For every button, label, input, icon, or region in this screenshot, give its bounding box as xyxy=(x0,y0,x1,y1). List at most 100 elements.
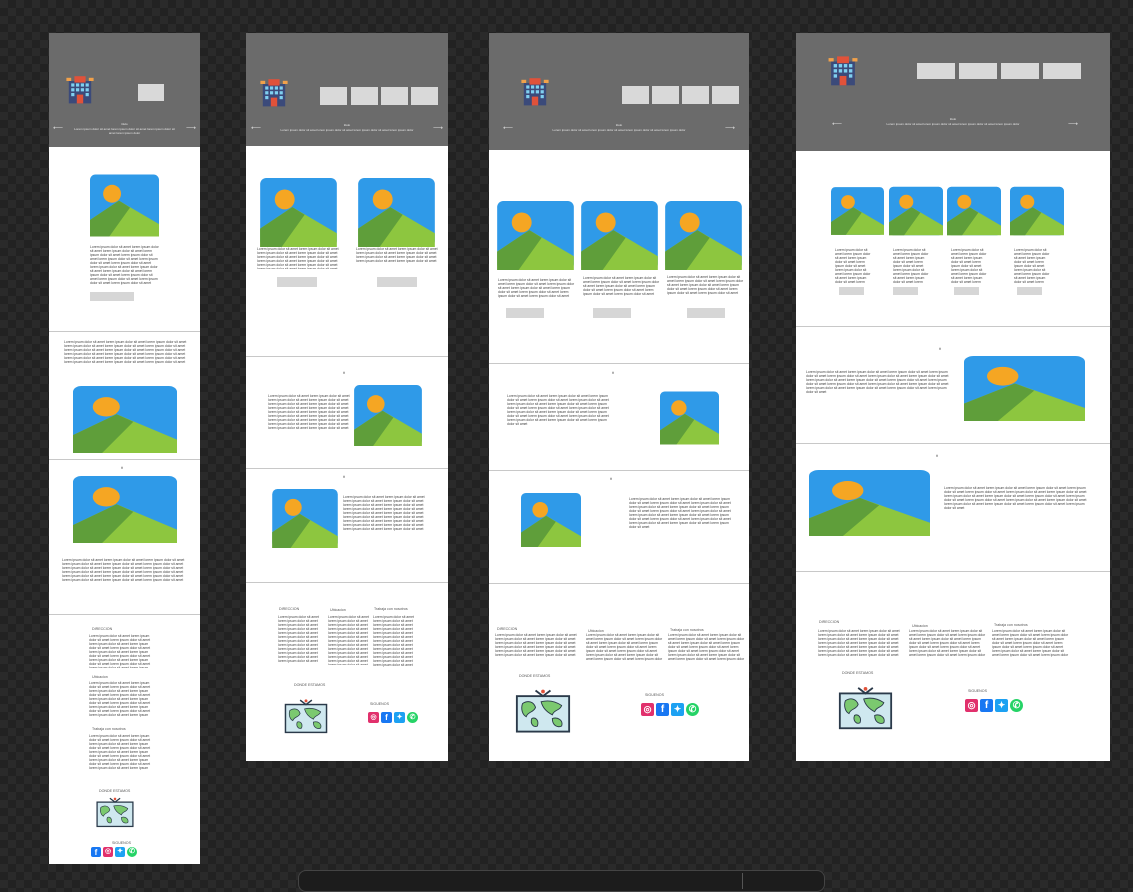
whatsapp-icon[interactable]: ✆ xyxy=(407,712,418,723)
nav-button[interactable] xyxy=(381,87,408,105)
nav-button[interactable] xyxy=(351,87,378,105)
divider xyxy=(49,331,200,332)
footer-ubicacion-text: Lorem ipsum dolor sit amet lorem ipsum d… xyxy=(328,615,369,665)
image-placeholder-icon xyxy=(271,489,339,548)
header: titulo Lorem ipsum dolor sit amet lorem … xyxy=(246,33,448,146)
twitter-icon[interactable]: ✦ xyxy=(671,703,684,716)
card-button[interactable] xyxy=(277,277,317,287)
section-mark: tt xyxy=(343,371,345,375)
footer-direccion: DIRECCION xyxy=(92,627,113,631)
nav-button[interactable] xyxy=(138,84,164,101)
header: titulo Lorem ipsum dolor sit amet lorem … xyxy=(489,33,749,150)
image-placeholder-icon xyxy=(521,493,581,547)
footer-donde: DONDE ESTAMOS xyxy=(519,674,551,678)
instagram-icon[interactable]: ◎ xyxy=(368,712,379,723)
toolbar-separator xyxy=(742,873,743,889)
image-placeholder-icon xyxy=(354,385,422,446)
footer-siguenos: SIGUENOS xyxy=(645,693,664,697)
section-mark: tt xyxy=(936,454,938,458)
section-text: Lorem ipsum dolor sit amet lorem ipsum d… xyxy=(343,495,425,531)
carousel-prev-arrow[interactable]: ⟵ xyxy=(503,125,513,132)
card-button[interactable] xyxy=(687,308,725,318)
image-placeholder-icon xyxy=(831,186,884,236)
footer-trabaja[interactable]: Trabaja con nosotros xyxy=(92,727,126,731)
nav-button[interactable] xyxy=(411,87,438,105)
footer-direccion-text: Lorem ipsum dolor sit amet lorem ipsum d… xyxy=(495,633,577,657)
footer-trabaja[interactable]: Trabaja con nosotros xyxy=(994,623,1028,627)
twitter-icon[interactable]: ✦ xyxy=(115,847,125,857)
divider xyxy=(489,363,749,364)
whatsapp-icon[interactable]: ✆ xyxy=(686,703,699,716)
instagram-icon[interactable]: ◎ xyxy=(641,703,654,716)
card-button[interactable] xyxy=(893,287,918,295)
card-text: Lorem ipsum dolor sit amet lorem ipsum d… xyxy=(498,278,575,298)
twitter-icon[interactable]: ✦ xyxy=(394,712,405,723)
carousel-prev-arrow[interactable]: ⟵ xyxy=(251,125,261,132)
nav-button[interactable] xyxy=(652,86,679,104)
carousel-next-arrow[interactable]: ⟶ xyxy=(1068,121,1078,128)
nav-button[interactable] xyxy=(959,63,997,79)
nav-button[interactable] xyxy=(682,86,709,104)
section-mark: tt xyxy=(612,371,614,375)
footer-trabaja-text: Lorem ipsum dolor sit amet lorem ipsum d… xyxy=(373,615,414,667)
card-button[interactable] xyxy=(377,277,417,287)
image-placeholder-icon xyxy=(497,201,574,270)
carousel-prev-arrow[interactable]: ⟵ xyxy=(832,121,842,128)
card-button[interactable] xyxy=(593,308,631,318)
footer-direccion: DIRECCION xyxy=(819,620,840,624)
footer-trabaja[interactable]: Trabaja con nosotros xyxy=(670,628,704,632)
carousel-next-arrow[interactable]: ⟶ xyxy=(433,125,443,132)
section-text: Lorem ipsum dolor sit amet lorem ipsum d… xyxy=(64,340,187,364)
whatsapp-icon[interactable]: ✆ xyxy=(127,847,137,857)
social-icons: ◎ f ✦ ✆ xyxy=(368,712,418,723)
section-mark: tt xyxy=(610,477,612,481)
image-placeholder-icon xyxy=(259,178,338,247)
twitter-icon[interactable]: ✦ xyxy=(995,699,1008,712)
nav-button[interactable] xyxy=(1043,63,1081,79)
section-text: Lorem ipsum dolor sit amet lorem ipsum d… xyxy=(806,370,949,394)
world-map-icon xyxy=(515,688,571,736)
footer-ubicacion-text: Lorem ipsum dolor sit amet lorem ipsum d… xyxy=(909,629,986,657)
instagram-icon[interactable]: ◎ xyxy=(103,847,113,857)
section-text: Lorem ipsum dolor sit amet lorem ipsum d… xyxy=(629,497,731,529)
facebook-icon[interactable]: f xyxy=(656,703,669,716)
laptop-frame: titulo Lorem ipsum dolor sit amet lorem … xyxy=(489,33,749,761)
image-placeholder-icon xyxy=(665,201,742,270)
card-text: Lorem ipsum dolor sit amet lorem ipsum d… xyxy=(893,248,929,284)
footer-siguenos: SIGUENOS xyxy=(112,841,131,845)
nav-button[interactable] xyxy=(622,86,649,104)
carousel-prev-arrow[interactable]: ⟵ xyxy=(53,125,63,132)
carousel-next-arrow[interactable]: ⟶ xyxy=(725,125,735,132)
nav-button[interactable] xyxy=(917,63,955,79)
whatsapp-icon[interactable]: ✆ xyxy=(1010,699,1023,712)
divider xyxy=(796,326,1110,327)
nav-button[interactable] xyxy=(1001,63,1039,79)
instagram-icon[interactable]: ◎ xyxy=(965,699,978,712)
footer-ubicacion: Ubicacion xyxy=(92,675,108,679)
facebook-icon[interactable]: f xyxy=(980,699,993,712)
card-button[interactable] xyxy=(954,287,979,295)
world-map-icon xyxy=(838,685,893,733)
footer-ubicacion-text: Lorem ipsum dolor sit amet lorem ipsum d… xyxy=(89,681,151,717)
header: titulo Lorem ipsum dolor sit amet lorem … xyxy=(49,33,200,147)
hero-title: titulo xyxy=(615,123,623,127)
facebook-icon[interactable]: f xyxy=(381,712,392,723)
card-button[interactable] xyxy=(1017,287,1042,295)
carousel-next-arrow[interactable]: ⟶ xyxy=(186,125,196,132)
divider xyxy=(489,470,749,471)
nav-button[interactable] xyxy=(320,87,347,105)
image-placeholder-icon xyxy=(889,186,943,236)
image-placeholder-icon xyxy=(73,476,177,543)
footer-trabaja[interactable]: Trabaja con nosotros xyxy=(374,607,408,611)
card-button[interactable] xyxy=(839,287,864,295)
card-button[interactable] xyxy=(506,308,544,318)
tablet-frame: titulo Lorem ipsum dolor sit amet lorem … xyxy=(246,33,448,761)
card-button[interactable] xyxy=(90,292,134,301)
desktop-frame: titulo Lorem ipsum dolor sit amet lorem … xyxy=(796,33,1110,761)
footer-direccion: DIRECCION xyxy=(497,627,518,631)
bottom-toolbar[interactable] xyxy=(298,870,825,892)
facebook-icon[interactable]: f xyxy=(91,847,101,857)
nav-button[interactable] xyxy=(712,86,739,104)
section-text: Lorem ipsum dolor sit amet lorem ipsum d… xyxy=(62,558,185,582)
footer-siguenos: SIGUENOS xyxy=(370,702,389,706)
